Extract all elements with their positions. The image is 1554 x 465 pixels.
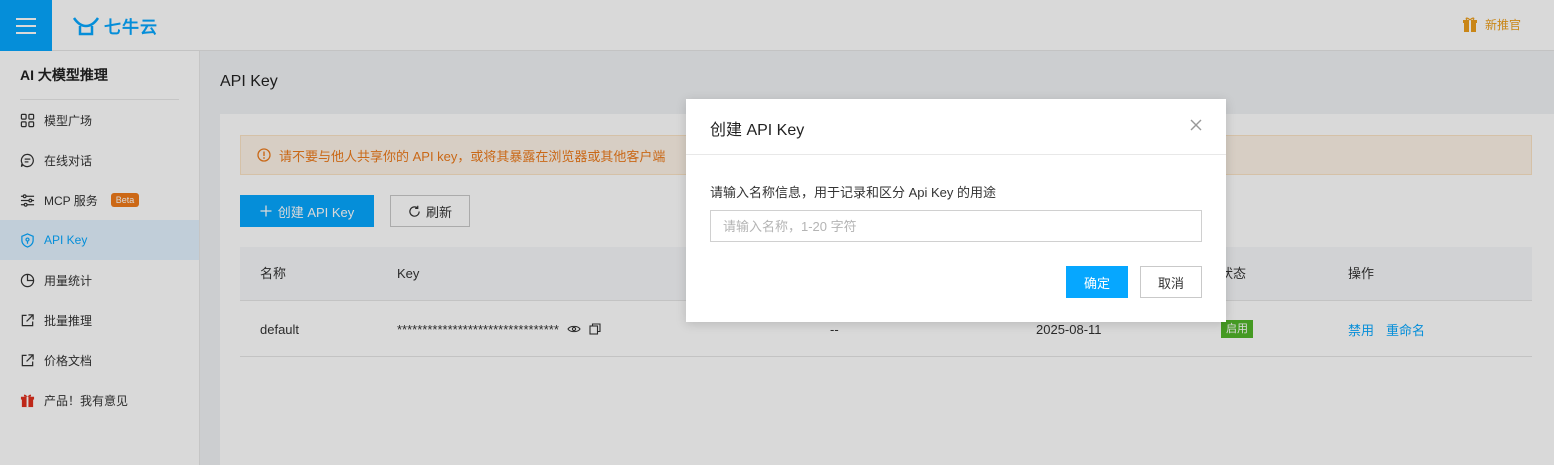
close-icon[interactable] xyxy=(1188,117,1204,133)
dialog-description: 请输入名称信息，用于记录和区分 Api Key 的用途 xyxy=(710,185,997,200)
cancel-button[interactable]: 取消 xyxy=(1140,266,1202,298)
dialog-title: 创建 API Key xyxy=(710,122,805,139)
key-name-input[interactable] xyxy=(710,210,1202,242)
create-api-key-dialog: 创建 API Key 请输入名称信息，用于记录和区分 Api Key 的用途 确… xyxy=(686,99,1226,322)
confirm-button[interactable]: 确定 xyxy=(1066,266,1128,298)
dialog-header: 创建 API Key xyxy=(686,99,1226,155)
